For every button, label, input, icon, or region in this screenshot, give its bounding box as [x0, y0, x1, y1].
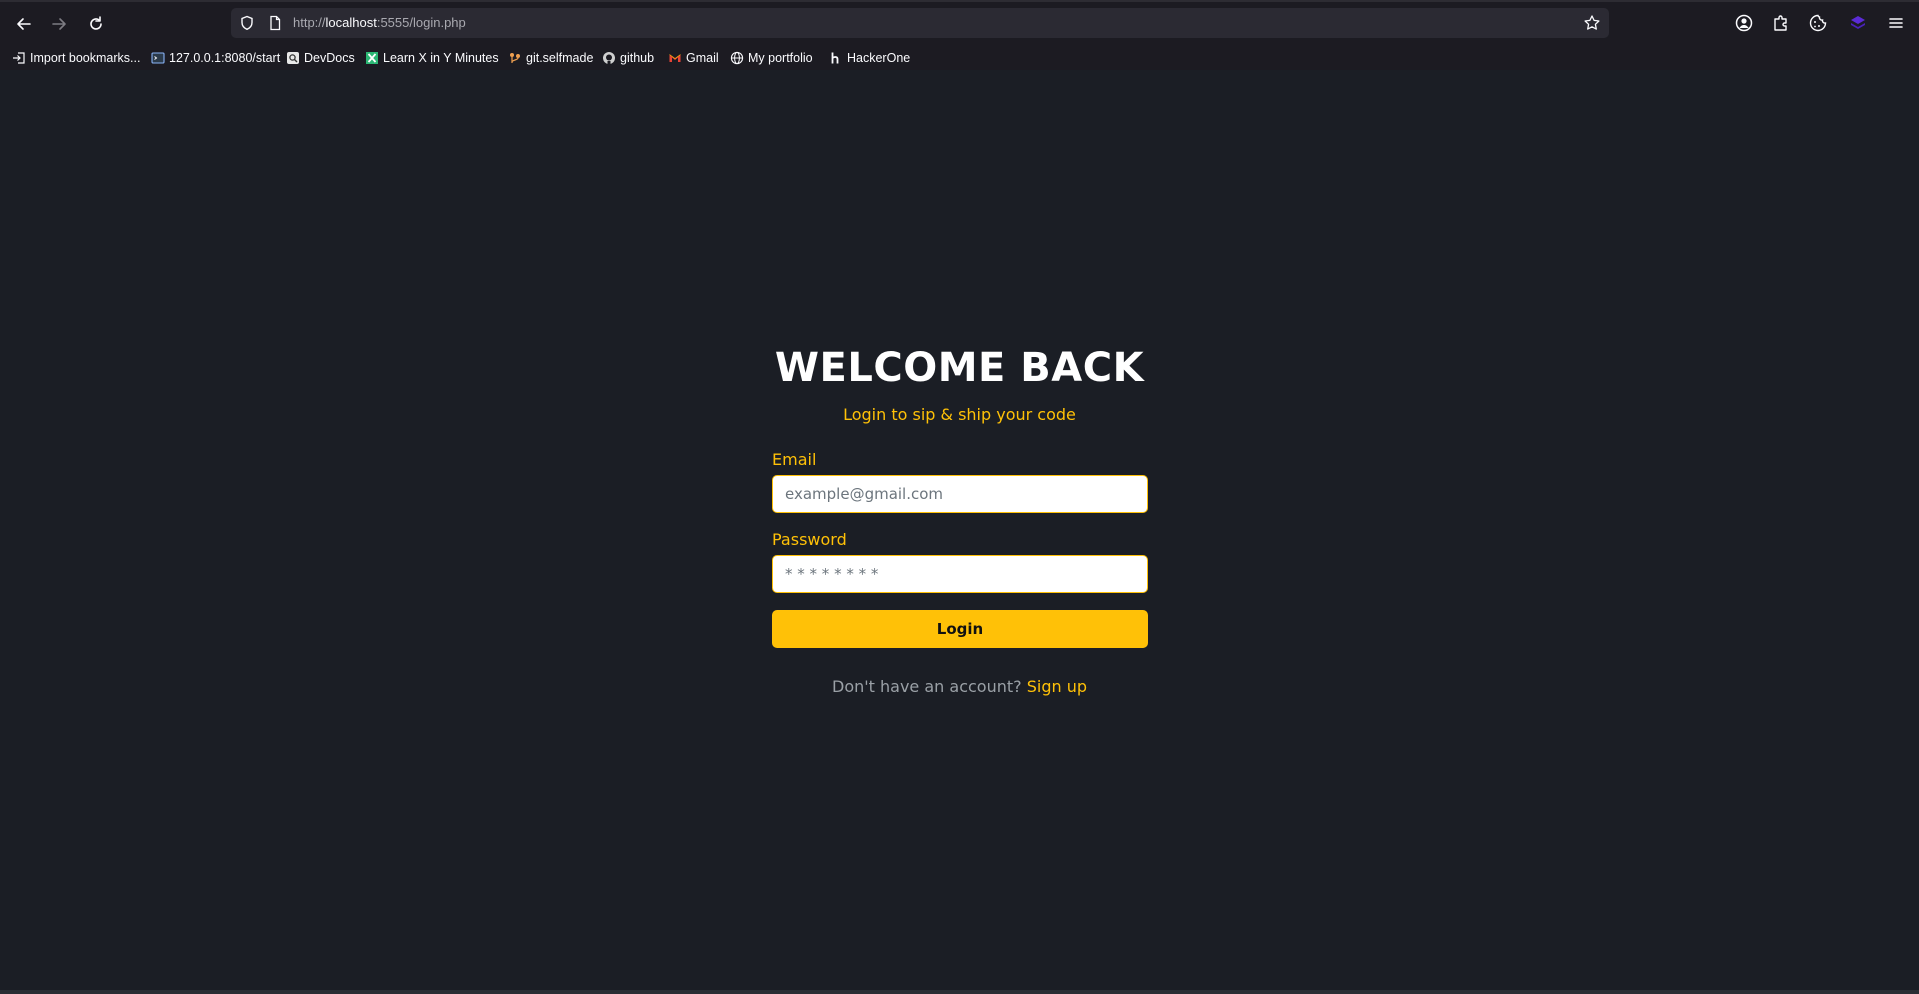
url-host: localhost: [325, 15, 377, 30]
url-text[interactable]: http://localhost:5555/login.php: [293, 15, 466, 30]
bookmark-label: git.selfmade: [526, 51, 594, 65]
address-bar[interactable]: http://localhost:5555/login.php: [231, 8, 1609, 38]
password-label: Password: [772, 530, 847, 549]
terminal-icon: [151, 51, 165, 65]
signup-link[interactable]: Sign up: [1027, 677, 1087, 696]
back-button[interactable]: [9, 9, 39, 39]
password-field[interactable]: [772, 555, 1148, 593]
reload-button[interactable]: [81, 9, 111, 39]
devdocs-icon: [286, 51, 300, 65]
bookmarks-bar: Import bookmarks... 127.0.0.1:8080/start…: [0, 46, 1919, 70]
github-icon: [602, 51, 616, 65]
bookmark-learnx[interactable]: Learn X in Y Minutes: [365, 49, 499, 67]
gmail-icon: [668, 51, 682, 65]
bookmark-label: github: [620, 51, 655, 65]
account-icon[interactable]: [1734, 13, 1754, 33]
hackerone-icon: [829, 51, 843, 65]
bookmark-localhost-start[interactable]: 127.0.0.1:8080/start: [151, 49, 280, 67]
bookmark-label: Import bookmarks...: [30, 51, 141, 65]
signup-prompt: Don't have an account?: [832, 677, 1022, 696]
url-path: :5555/login.php: [376, 15, 466, 30]
git-icon: [508, 51, 522, 65]
globe-icon: [730, 51, 744, 65]
import-icon: [12, 51, 26, 65]
reload-icon: [90, 16, 102, 30]
bookmark-label: Gmail: [686, 51, 719, 65]
login-button[interactable]: Login: [772, 610, 1148, 648]
bookmark-label: HackerOne: [847, 51, 911, 65]
bookmark-label: My portfolio: [748, 51, 813, 65]
window-bottom-edge: [0, 990, 1919, 994]
learnx-icon: [365, 51, 379, 65]
arrow-right-icon: [52, 18, 66, 30]
bookmark-portfolio[interactable]: My portfolio: [730, 49, 813, 67]
bookmark-hackerone[interactable]: HackerOne: [829, 49, 910, 67]
bookmark-devdocs[interactable]: DevDocs: [286, 49, 355, 67]
shield-icon[interactable]: [239, 15, 255, 31]
bookmark-label: DevDocs: [304, 51, 355, 65]
arrow-left-icon: [17, 18, 31, 30]
forward-button[interactable]: [44, 9, 74, 39]
bookmark-git-selfmade[interactable]: git.selfmade: [508, 49, 593, 67]
bookmark-label: Learn X in Y Minutes: [383, 51, 499, 65]
bookmark-gmail[interactable]: Gmail: [668, 49, 719, 67]
cookie-icon[interactable]: [1808, 13, 1828, 33]
url-scheme: http://: [293, 15, 326, 30]
extension-purple-icon[interactable]: [1848, 13, 1868, 33]
menu-icon[interactable]: [1886, 13, 1906, 33]
page-icon[interactable]: [267, 15, 283, 31]
login-form: Email Password Login: [772, 450, 1148, 648]
extensions-icon[interactable]: [1771, 13, 1791, 33]
browser-chrome: http://localhost:5555/login.php Import b…: [0, 0, 1919, 70]
email-label: Email: [772, 450, 817, 469]
page-subtitle: Login to sip & ship your code: [843, 405, 1076, 424]
bookmark-star-icon[interactable]: [1583, 14, 1601, 32]
page-title: WELCOME BACK: [774, 345, 1145, 391]
bookmark-import[interactable]: Import bookmarks...: [12, 49, 140, 67]
email-field[interactable]: [772, 475, 1148, 513]
browser-toolbar: http://localhost:5555/login.php: [0, 2, 1919, 44]
bookmark-github[interactable]: github: [602, 49, 654, 67]
signup-prompt-row: Don't have an account? Sign up: [0, 677, 1919, 696]
bookmark-label: 127.0.0.1:8080/start: [169, 51, 281, 65]
